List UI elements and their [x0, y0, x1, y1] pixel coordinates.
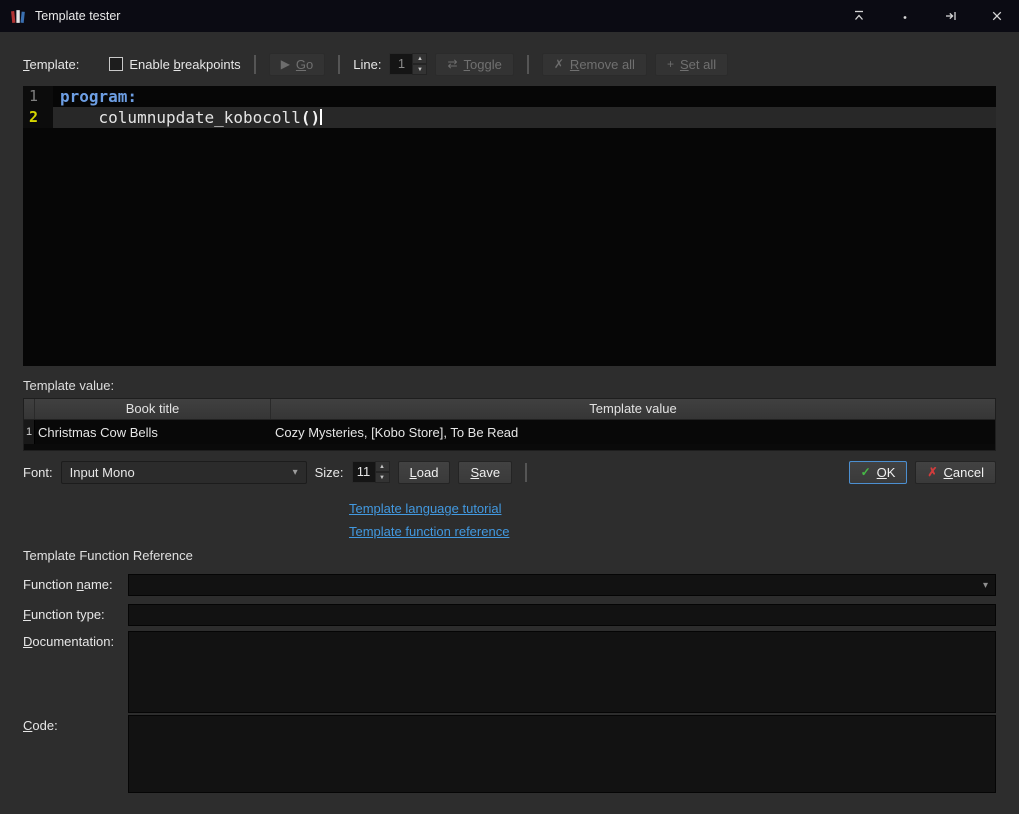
toolbar-separator — [526, 54, 529, 74]
toolbar-separator — [338, 54, 341, 74]
shade-button[interactable] — [851, 8, 867, 24]
cell-template-value: Cozy Mysteries, [Kobo Store], To Be Read — [275, 424, 519, 440]
function-type-field[interactable] — [128, 604, 996, 626]
cancel-button[interactable]: ✗ Cancel — [915, 460, 996, 484]
column-header-template-value[interactable]: Template value — [271, 399, 995, 419]
table-corner — [24, 399, 35, 419]
enable-breakpoints-checkbox[interactable]: Enable breakpoints — [109, 56, 241, 72]
size-label: Size: — [314, 464, 344, 480]
save-button[interactable]: Save — [458, 460, 513, 484]
dock-button[interactable] — [943, 8, 959, 24]
function-name-combobox[interactable]: ▾ — [128, 574, 996, 596]
code-area[interactable] — [128, 715, 996, 793]
font-row: Font: Input Mono ▾ Size: 11 ▲ ▼ Load Sav… — [23, 460, 996, 484]
window-controls — [851, 8, 1009, 24]
template-tester-dialog: Template tester Template: Enable breakpo… — [0, 0, 1019, 814]
function-name-row: Function name: ▾ — [23, 574, 996, 596]
toolbar-separator — [253, 54, 256, 74]
load-button[interactable]: Load — [397, 460, 451, 484]
function-reference-title: Template Function Reference — [23, 548, 193, 563]
chevron-down-icon: ▾ — [292, 466, 298, 478]
line-spinbox[interactable]: 1 ▲ ▼ — [389, 53, 428, 75]
template-language-tutorial-link[interactable]: Template language tutorial — [349, 501, 996, 516]
enable-breakpoints-label: Enable breakpoints — [129, 56, 241, 72]
line-spinbox-value: 1 — [389, 53, 413, 75]
function-name-label: Function name: — [23, 577, 113, 592]
checkbox-box-icon — [109, 57, 124, 71]
arrow-to-bar-icon — [946, 12, 956, 20]
template-function-reference-link[interactable]: Template function reference — [349, 524, 996, 539]
spin-down-icon[interactable]: ▼ — [374, 472, 390, 483]
font-combobox-value: Input Mono — [69, 464, 135, 480]
function-type-label: Function type: — [23, 607, 105, 622]
row-number: 1 — [24, 420, 35, 444]
documentation-area[interactable] — [128, 631, 996, 713]
ok-button[interactable]: ✓ OK — [848, 460, 908, 484]
template-editor[interactable]: 1 program: 2 columnupdate_kobocoll() — [23, 86, 996, 366]
code-row: Code: — [23, 715, 996, 793]
toggle-button[interactable]: ⇄ Toggle — [435, 52, 514, 76]
line-number: 1 — [23, 86, 53, 107]
size-spinbox[interactable]: 11 ▲ ▼ — [351, 461, 390, 483]
editor-line-current: 2 columnupdate_kobocoll() — [23, 107, 996, 128]
function-type-row: Function type: — [23, 604, 996, 626]
spin-down-icon[interactable]: ▼ — [412, 64, 428, 75]
toolbar-separator — [525, 462, 528, 482]
close-icon — [992, 11, 1002, 21]
template-label: Template: — [23, 56, 80, 72]
remove-icon: ✗ — [553, 57, 564, 71]
cell-book-title: Christmas Cow Bells — [38, 424, 158, 440]
documentation-label: Documentation: — [23, 634, 115, 649]
cross-icon: ✗ — [927, 465, 938, 479]
line-number: 2 — [23, 107, 53, 128]
documentation-row: Documentation: — [23, 631, 996, 713]
spin-up-icon[interactable]: ▲ — [374, 461, 390, 472]
go-button[interactable]: ▶ Go — [268, 52, 326, 76]
font-combobox[interactable]: Input Mono ▾ — [60, 460, 307, 484]
editor-line-text: program: — [60, 87, 138, 106]
check-icon: ✓ — [860, 465, 871, 479]
editor-line: 1 program: — [23, 86, 996, 107]
remove-all-button[interactable]: ✗ Remove all — [541, 52, 647, 76]
toggle-icon: ⇄ — [447, 57, 458, 71]
editor-line-text: columnupdate_kobocoll() — [53, 107, 996, 128]
table-header-row: Book title Template value — [24, 399, 995, 420]
column-header-book-title[interactable]: Book title — [35, 399, 271, 419]
chevron-down-icon: ▾ — [982, 579, 988, 591]
dialog-content: Template: Enable breakpoints ▶ Go Line: … — [0, 32, 1019, 814]
plus-icon: + — [666, 57, 674, 71]
window-title: Template tester — [35, 9, 121, 23]
line-label: Line: — [353, 56, 382, 72]
set-all-button[interactable]: + Set all — [654, 52, 729, 76]
play-icon: ▶ — [280, 57, 290, 71]
app-icon — [11, 9, 25, 23]
toolbar: Template: Enable breakpoints ▶ Go Line: … — [23, 51, 996, 77]
titlebar: Template tester — [0, 0, 1019, 32]
text-cursor — [320, 109, 323, 125]
close-button[interactable] — [989, 8, 1005, 24]
minimize-button[interactable] — [897, 8, 913, 24]
template-value-label: Template value: — [23, 378, 115, 393]
results-table: Book title Template value 1 Christmas Co… — [23, 398, 996, 451]
size-spinbox-value: 11 — [351, 461, 375, 483]
spin-up-icon[interactable]: ▲ — [412, 53, 428, 64]
help-links: Template language tutorial Template func… — [349, 501, 996, 539]
arrow-up-to-bar-icon — [855, 10, 863, 20]
dot-icon — [903, 16, 907, 19]
code-label: Code: — [23, 718, 58, 733]
table-row[interactable]: 1 Christmas Cow Bells Cozy Mysteries, [K… — [24, 420, 995, 444]
font-label: Font: — [23, 464, 53, 480]
